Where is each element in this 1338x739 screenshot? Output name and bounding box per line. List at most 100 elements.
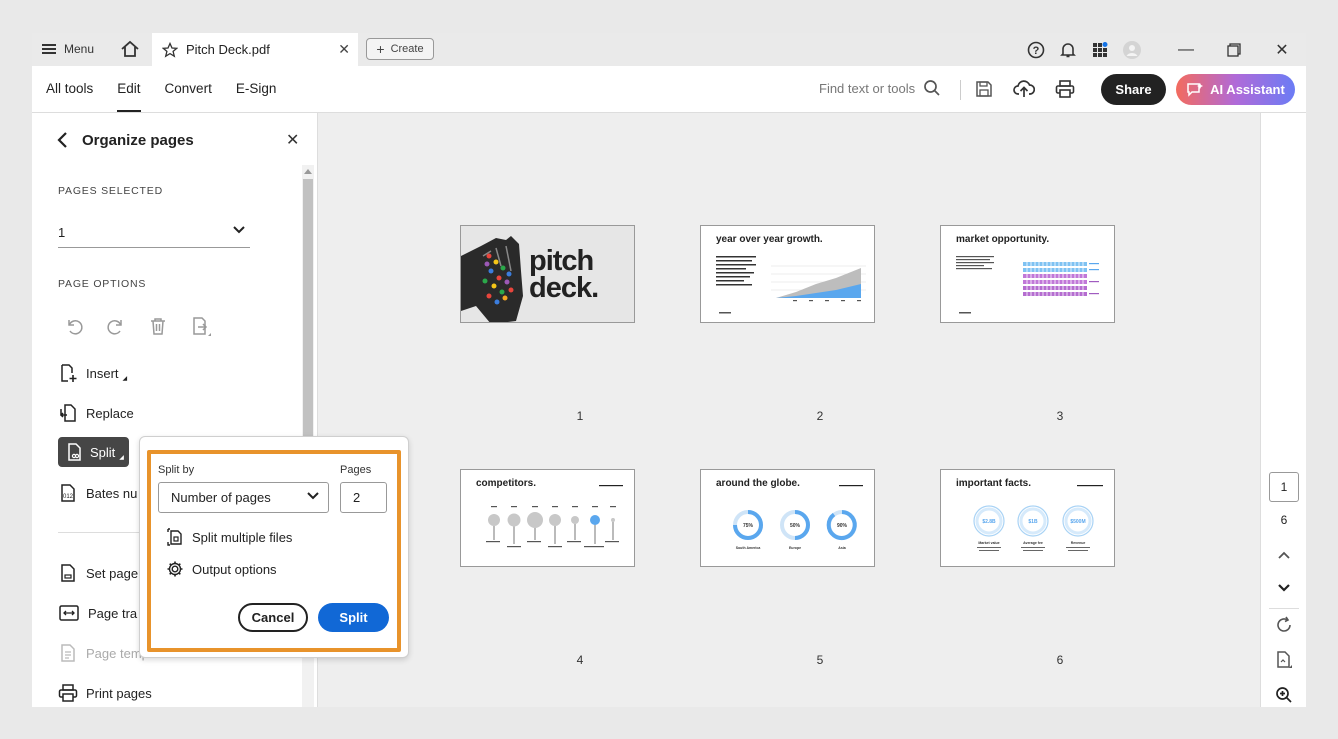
previous-page-icon[interactable] bbox=[1274, 545, 1294, 565]
rotate-icon[interactable] bbox=[1274, 615, 1294, 635]
scroll-up-icon[interactable] bbox=[304, 168, 312, 174]
page-thumbnail-4[interactable]: competitors. bbox=[460, 469, 635, 567]
zoom-in-icon[interactable] bbox=[1274, 685, 1294, 705]
search-placeholder: Find text or tools bbox=[819, 80, 916, 96]
cloud-upload-icon[interactable] bbox=[1013, 78, 1035, 100]
split-page-icon bbox=[68, 443, 81, 461]
page-thumbnail-1[interactable]: pitch deck. bbox=[460, 225, 635, 323]
next-page-icon[interactable] bbox=[1274, 578, 1294, 598]
close-tab-icon[interactable]: ✕ bbox=[338, 41, 350, 58]
bates-numbering-item[interactable]: 012 Bates nu bbox=[58, 478, 137, 508]
panel-scrollbar-thumb[interactable] bbox=[303, 179, 313, 479]
titlebar-icons: ? — ✕ bbox=[1020, 33, 1306, 66]
area-chart-graphic bbox=[716, 256, 866, 314]
page-info-icon[interactable] bbox=[1274, 650, 1294, 670]
split-multiple-files-item[interactable]: Split multiple files bbox=[166, 528, 292, 546]
lollipop-chart-graphic bbox=[486, 485, 623, 548]
split-item[interactable]: Split ◢ bbox=[58, 437, 129, 467]
save-icon[interactable] bbox=[973, 78, 995, 100]
page-thumbnail-2[interactable]: year over year growth. bbox=[700, 225, 875, 323]
delete-icon[interactable] bbox=[148, 316, 168, 336]
menu-label: Menu bbox=[64, 42, 95, 56]
slide-5-value-3: 90% bbox=[837, 523, 848, 529]
split-multiple-icon bbox=[167, 528, 182, 546]
back-icon[interactable] bbox=[56, 131, 68, 149]
document-tab[interactable]: Pitch Deck.pdf ✕ bbox=[152, 33, 358, 66]
page-number-3: 3 bbox=[1056, 409, 1064, 423]
page-number-5: 5 bbox=[816, 653, 824, 667]
slide-5-value-1: 75% bbox=[743, 523, 754, 529]
share-button[interactable]: Share bbox=[1101, 74, 1166, 105]
panel-title: Organize pages bbox=[82, 131, 194, 149]
plus-icon: + bbox=[376, 41, 385, 57]
cancel-button[interactable]: Cancel bbox=[238, 603, 308, 632]
toolbar-divider bbox=[960, 80, 961, 100]
replace-item[interactable]: Replace bbox=[58, 398, 134, 428]
nav-edit[interactable]: Edit bbox=[117, 66, 141, 112]
nav-convert[interactable]: Convert bbox=[165, 66, 212, 112]
ai-assistant-button[interactable]: AI Assistant bbox=[1176, 74, 1295, 105]
page-thumbnail-3[interactable]: market opportunity. bbox=[940, 225, 1115, 323]
split-options-highlight: Split by Pages Number of pages 2 Split m… bbox=[147, 450, 401, 652]
set-page-item[interactable]: Set page bbox=[58, 558, 138, 588]
ai-assistant-icon bbox=[1187, 82, 1204, 97]
pages-count-input[interactable]: 2 bbox=[340, 482, 387, 513]
star-icon[interactable] bbox=[162, 41, 178, 58]
avatar[interactable] bbox=[1116, 33, 1148, 66]
undo-icon[interactable] bbox=[64, 316, 84, 336]
close-window-icon[interactable]: ✕ bbox=[1258, 33, 1306, 66]
panel-header: Organize pages bbox=[56, 131, 194, 149]
split-label: Split bbox=[90, 444, 116, 460]
print-icon[interactable] bbox=[1054, 78, 1076, 100]
print-pages-icon bbox=[58, 684, 78, 702]
nav-all-tools[interactable]: All tools bbox=[46, 66, 93, 112]
slide-6-label-3: Revenue bbox=[1071, 541, 1086, 545]
nav-esign[interactable]: E-Sign bbox=[236, 66, 277, 112]
right-rail: 1 6 bbox=[1260, 113, 1306, 707]
insert-item[interactable]: Insert ◢ bbox=[58, 358, 127, 388]
pages-selected-dropdown[interactable]: 1 bbox=[58, 219, 250, 248]
search-field[interactable]: Find text or tools bbox=[819, 79, 941, 97]
hamburger-icon bbox=[42, 44, 56, 54]
slide-6-value-2: $1B bbox=[1028, 519, 1038, 525]
slide-5-label-1: South America bbox=[736, 546, 761, 550]
print-pages-item[interactable]: Print pages bbox=[58, 678, 152, 707]
svg-text:?: ? bbox=[1033, 45, 1040, 57]
flyout-arrow-icon: ◢ bbox=[122, 375, 128, 382]
create-button[interactable]: + Create bbox=[366, 38, 434, 60]
flyout-arrow-icon: ◢ bbox=[119, 454, 124, 461]
page-number-6: 6 bbox=[1056, 653, 1064, 667]
apps-icon[interactable] bbox=[1084, 33, 1116, 66]
page-thumbnail-5[interactable]: around the globe. 75% 50% 90% South Amer… bbox=[700, 469, 875, 567]
people-grid-graphic bbox=[956, 256, 1099, 314]
tab-title: Pitch Deck.pdf bbox=[186, 42, 270, 57]
page-thumbnails-area: pitch deck. 1 year over year growth. 2 m… bbox=[318, 113, 1260, 707]
facts-circles-graphic: $2.8B $1B $500M Market value Average fee… bbox=[973, 485, 1103, 551]
bell-icon[interactable] bbox=[1052, 33, 1084, 66]
menu-button[interactable]: Menu bbox=[42, 39, 94, 59]
close-panel-icon[interactable]: ✕ bbox=[286, 130, 299, 150]
split-multiple-label: Split multiple files bbox=[192, 529, 293, 545]
slide-1-title: pitch deck. bbox=[529, 245, 599, 304]
minimize-icon[interactable]: — bbox=[1162, 33, 1210, 66]
home-icon[interactable] bbox=[120, 40, 140, 58]
help-icon[interactable]: ? bbox=[1020, 33, 1052, 66]
redo-icon[interactable] bbox=[106, 316, 126, 336]
title-bar: Menu Pitch Deck.pdf ✕ + Create ? — ✕ bbox=[32, 33, 1306, 66]
maximize-icon[interactable] bbox=[1210, 33, 1258, 66]
page-transitions-item[interactable]: Page tra bbox=[58, 598, 137, 628]
set-page-icon bbox=[61, 564, 75, 582]
page-number-1: 1 bbox=[576, 409, 584, 423]
split-by-label: Split by bbox=[158, 464, 195, 476]
gear-icon bbox=[167, 561, 183, 577]
page-thumbnail-6[interactable]: important facts. $2.8B $1B $500M Market … bbox=[940, 469, 1115, 567]
split-button[interactable]: Split bbox=[318, 603, 389, 632]
current-page-input[interactable]: 1 bbox=[1269, 472, 1299, 502]
split-by-dropdown[interactable]: Number of pages bbox=[158, 482, 329, 513]
output-options-item[interactable]: Output options bbox=[166, 560, 277, 578]
extract-icon[interactable] bbox=[190, 316, 212, 338]
split-by-value: Number of pages bbox=[171, 490, 271, 505]
slide-6-label-1: Market value bbox=[978, 541, 999, 545]
print-pages-label: Print pages bbox=[86, 685, 152, 701]
donut-stats-graphic: 75% 50% 90% South America Europe Asia bbox=[733, 485, 863, 550]
